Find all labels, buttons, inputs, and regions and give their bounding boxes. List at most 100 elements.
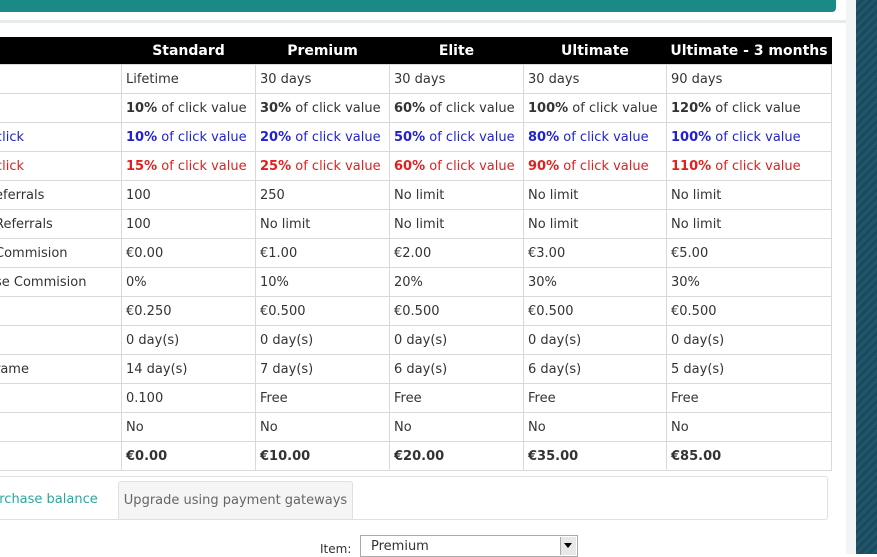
table-cell: No limit xyxy=(523,180,667,210)
top-header-bar xyxy=(0,0,836,12)
row-label xyxy=(0,64,122,94)
row-label xyxy=(0,93,122,123)
background-pattern xyxy=(856,0,877,554)
table-row: click 15% of click value 25% of click va… xyxy=(0,151,832,181)
tab-payment-gateways[interactable]: Upgrade using payment gateways xyxy=(118,481,353,519)
table-cell: 60% of click value xyxy=(389,93,524,123)
table-cell: 90 days xyxy=(666,64,832,94)
table-cell: 20% of click value xyxy=(255,122,390,152)
table-cell: 90% of click value xyxy=(523,151,667,181)
table-row: Lifetime 30 days 30 days 30 days 90 days xyxy=(0,64,832,94)
table-cell: 100 xyxy=(121,209,256,239)
table-cell: 30 days xyxy=(389,64,524,94)
table-cell: 20% xyxy=(389,267,524,297)
table-cell: 110% of click value xyxy=(666,151,832,181)
column-header-ultimate-3-months: Ultimate - 3 months xyxy=(666,37,832,65)
table-cell: 0 day(s) xyxy=(666,325,832,355)
table-row: se Commision 0% 10% 20% 30% 30% xyxy=(0,267,832,297)
table-cell: No limit xyxy=(389,180,524,210)
table-row: 0.100 Free Free Free Free xyxy=(0,383,832,413)
column-header-premium: Premium xyxy=(255,37,390,65)
table-cell: 6 day(s) xyxy=(523,354,667,384)
table-cell: 0 day(s) xyxy=(255,325,390,355)
table-cell: €0.250 xyxy=(121,296,256,326)
table-cell: 10% xyxy=(255,267,390,297)
table-row: eferrals 100 250 No limit No limit No li… xyxy=(0,180,832,210)
table-cell: 30% xyxy=(666,267,832,297)
table-cell: 10% of click value xyxy=(121,93,256,123)
table-cell: 0 day(s) xyxy=(121,325,256,355)
table-cell: €3.00 xyxy=(523,238,667,268)
column-header-ultimate: Ultimate xyxy=(523,37,667,65)
table-cell: No limit xyxy=(255,209,390,239)
item-select-value: Premium xyxy=(371,539,429,554)
row-label: click xyxy=(0,122,122,152)
table-cell: No xyxy=(389,412,524,442)
column-header-elite: Elite xyxy=(389,37,524,65)
table-cell: Free xyxy=(523,383,667,413)
table-row: 0 day(s) 0 day(s) 0 day(s) 0 day(s) 0 da… xyxy=(0,325,832,355)
upgrade-tabs: urchase balance Upgrade using payment ga… xyxy=(0,476,828,520)
row-label: eferrals xyxy=(0,180,122,210)
table-cell: 50% of click value xyxy=(389,122,524,152)
table-cell: 30 days xyxy=(523,64,667,94)
table-cell: No xyxy=(666,412,832,442)
row-label xyxy=(0,383,122,413)
table-cell: €5.00 xyxy=(666,238,832,268)
table-row: click 10% of click value 20% of click va… xyxy=(0,122,832,152)
table-cell: Free xyxy=(389,383,524,413)
row-label: se Commision xyxy=(0,267,122,297)
table-cell: No limit xyxy=(389,209,524,239)
price-row: €0.00 €10.00 €20.00 €35.00 €85.00 xyxy=(0,441,832,471)
table-cell: Free xyxy=(255,383,390,413)
row-label xyxy=(0,441,122,471)
table-row: 10% of click value 30% of click value 60… xyxy=(0,93,832,123)
table-cell: €0.500 xyxy=(255,296,390,326)
table-cell: No xyxy=(255,412,390,442)
table-cell: €1.00 xyxy=(255,238,390,268)
table-cell: No xyxy=(121,412,256,442)
header-divider xyxy=(0,20,846,23)
table-cell: €0.00 xyxy=(121,238,256,268)
column-header-feature xyxy=(0,37,122,65)
price-cell: €0.00 xyxy=(121,441,256,471)
table-cell: €2.00 xyxy=(389,238,524,268)
table-cell: 14 day(s) xyxy=(121,354,256,384)
table-cell: €0.500 xyxy=(666,296,832,326)
table-cell: 7 day(s) xyxy=(255,354,390,384)
table-row: €0.250 €0.500 €0.500 €0.500 €0.500 xyxy=(0,296,832,326)
table-row: Referrals 100 No limit No limit No limit… xyxy=(0,209,832,239)
tab-purchase-balance[interactable]: urchase balance xyxy=(0,481,108,518)
row-label: rame xyxy=(0,354,122,384)
right-gutter xyxy=(846,0,856,554)
table-cell: 30% of click value xyxy=(255,93,390,123)
price-cell: €10.00 xyxy=(255,441,390,471)
table-cell: 25% of click value xyxy=(255,151,390,181)
table-cell: No limit xyxy=(523,209,667,239)
table-cell: 0% xyxy=(121,267,256,297)
table-cell: 0 day(s) xyxy=(523,325,667,355)
table-row: rame 14 day(s) 7 day(s) 6 day(s) 6 day(s… xyxy=(0,354,832,384)
table-cell: No xyxy=(523,412,667,442)
row-label: Referrals xyxy=(0,209,122,239)
table-cell: Free xyxy=(666,383,832,413)
table-cell: 100 xyxy=(121,180,256,210)
table-cell: 0.100 xyxy=(121,383,256,413)
table-header-row: Standard Premium Elite Ultimate Ultimate… xyxy=(0,37,832,65)
table-cell: No limit xyxy=(666,180,832,210)
price-cell: €35.00 xyxy=(523,441,667,471)
row-label: Commision xyxy=(0,238,122,268)
table-row: Commision €0.00 €1.00 €2.00 €3.00 €5.00 xyxy=(0,238,832,268)
table-cell: 6 day(s) xyxy=(389,354,524,384)
table-cell: 30 days xyxy=(255,64,390,94)
column-header-standard: Standard xyxy=(121,37,256,65)
table-cell: 120% of click value xyxy=(666,93,832,123)
table-cell: €0.500 xyxy=(523,296,667,326)
table-cell: €0.500 xyxy=(389,296,524,326)
table-cell: 0 day(s) xyxy=(389,325,524,355)
dropdown-arrow-icon[interactable] xyxy=(560,537,576,555)
table-cell: 60% of click value xyxy=(389,151,524,181)
table-cell: 15% of click value xyxy=(121,151,256,181)
table-cell: 100% of click value xyxy=(666,122,832,152)
row-label: l xyxy=(0,412,122,442)
